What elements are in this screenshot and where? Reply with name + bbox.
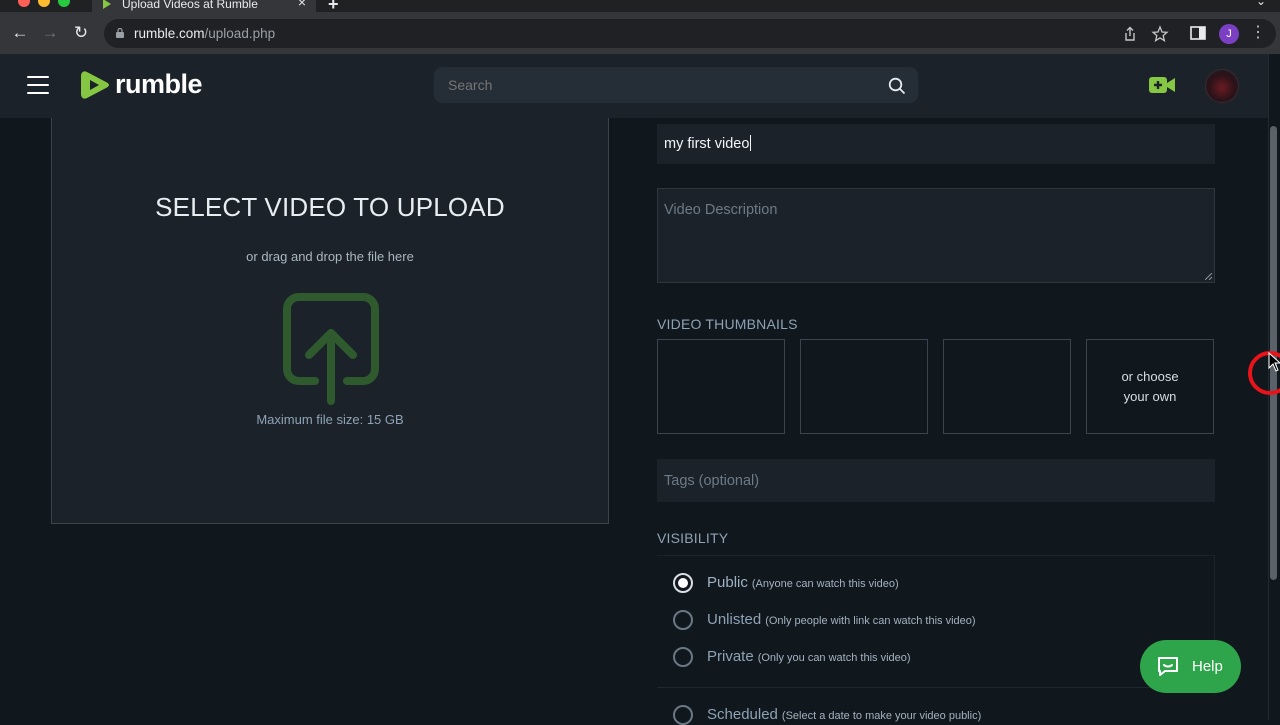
url-text: rumble.com/upload.php: [134, 26, 276, 41]
video-dropzone[interactable]: SELECT VIDEO TO UPLOAD or drag and drop …: [51, 118, 609, 524]
visibility-options: Public (Anyone can watch this video) Unli…: [657, 555, 1215, 695]
hamburger-menu-icon[interactable]: [27, 76, 49, 94]
thumbnail-option-2[interactable]: [800, 339, 928, 434]
lock-icon: [116, 28, 124, 38]
max-file-size: Maximum file size: 15 GB: [256, 412, 404, 427]
choose-own-line-1: or choose: [1121, 369, 1179, 384]
public-desc: (Anyone can watch this video): [751, 578, 899, 590]
scheduled-desc: (Select a date to make your video public…: [781, 710, 982, 722]
scheduled-radio[interactable]: [673, 705, 693, 725]
unlisted-label: Unlisted: [707, 611, 762, 628]
public-label: Public: [707, 574, 748, 591]
upload-arrow-icon: [283, 293, 379, 405]
browser-tab[interactable]: Upload Videos at Rumble ×: [92, 0, 316, 12]
logo-wordmark: rumble: [115, 69, 203, 99]
choose-own-thumbnail-button[interactable]: or choose your own: [1086, 339, 1214, 434]
share-icon[interactable]: [1121, 25, 1139, 43]
address-bar[interactable]: rumble.com/upload.php: [104, 19, 1276, 48]
search-icon[interactable]: [888, 77, 906, 95]
scheduled-label: Scheduled: [707, 706, 778, 723]
tab-title: Upload Videos at Rumble: [122, 0, 258, 11]
upload-subtitle: or drag and drop the file here: [246, 249, 414, 264]
forward-arrow-icon[interactable]: →: [40, 22, 60, 44]
bookmark-star-icon[interactable]: [1151, 25, 1169, 43]
new-tab-icon[interactable]: +: [328, 0, 339, 12]
upload-heading: SELECT VIDEO TO UPLOAD: [155, 192, 505, 222]
reload-icon[interactable]: ↻: [71, 22, 91, 44]
tab-close-icon[interactable]: ×: [298, 0, 306, 9]
user-avatar[interactable]: [1205, 69, 1239, 103]
back-arrow-icon[interactable]: ←: [10, 22, 30, 44]
description-placeholder: Video Description: [664, 202, 778, 218]
help-button[interactable]: Help: [1140, 640, 1241, 693]
upload-video-camera-icon[interactable]: [1148, 75, 1176, 95]
unlisted-radio[interactable]: [673, 610, 693, 630]
video-title-input[interactable]: my first video: [657, 124, 1215, 164]
tab-search-chevron-icon[interactable]: ⌄: [1256, 0, 1266, 8]
browser-menu-icon[interactable]: ⋮: [1249, 24, 1267, 42]
close-window-dot[interactable]: [18, 0, 30, 7]
thumbnail-option-3[interactable]: [943, 339, 1071, 434]
tags-input[interactable]: Tags (optional): [657, 459, 1215, 502]
zoom-window-dot[interactable]: [58, 0, 70, 7]
site-header: rumble: [0, 54, 1268, 118]
minimize-window-dot[interactable]: [38, 0, 50, 7]
browser-toolbar: ← → ↻ rumble.com/upload.php J ⋮: [0, 12, 1280, 54]
text-caret: [750, 135, 752, 151]
visibility-label: VISIBILITY: [657, 530, 729, 546]
search-input[interactable]: [434, 67, 918, 103]
mouse-cursor-icon: [1268, 352, 1280, 372]
video-description-input[interactable]: Video Description: [657, 188, 1215, 283]
video-title-value: my first video: [664, 136, 750, 152]
options-divider: [657, 687, 1215, 688]
private-label: Private: [707, 648, 754, 665]
private-desc: (Only you can watch this video): [757, 652, 911, 664]
side-panel-icon[interactable]: [1189, 24, 1207, 42]
tags-placeholder: Tags (optional): [664, 473, 760, 489]
browser-profile-avatar[interactable]: J: [1219, 24, 1239, 44]
rumble-favicon-icon: [103, 0, 111, 9]
help-label: Help: [1192, 658, 1223, 675]
thumbnail-option-1[interactable]: [657, 339, 785, 434]
unlisted-desc: (Only people with link can watch this vi…: [765, 615, 976, 627]
rumble-play-icon: [81, 71, 109, 99]
public-radio[interactable]: [673, 573, 693, 593]
resize-handle-icon[interactable]: [1205, 273, 1212, 280]
choose-own-line-2: your own: [1123, 389, 1177, 404]
chat-bubble-icon: [1158, 657, 1178, 676]
private-radio[interactable]: [673, 647, 693, 667]
browser-tab-strip: Upload Videos at Rumble × + ⌄: [0, 0, 1280, 12]
thumbnails-label: VIDEO THUMBNAILS: [657, 316, 798, 332]
